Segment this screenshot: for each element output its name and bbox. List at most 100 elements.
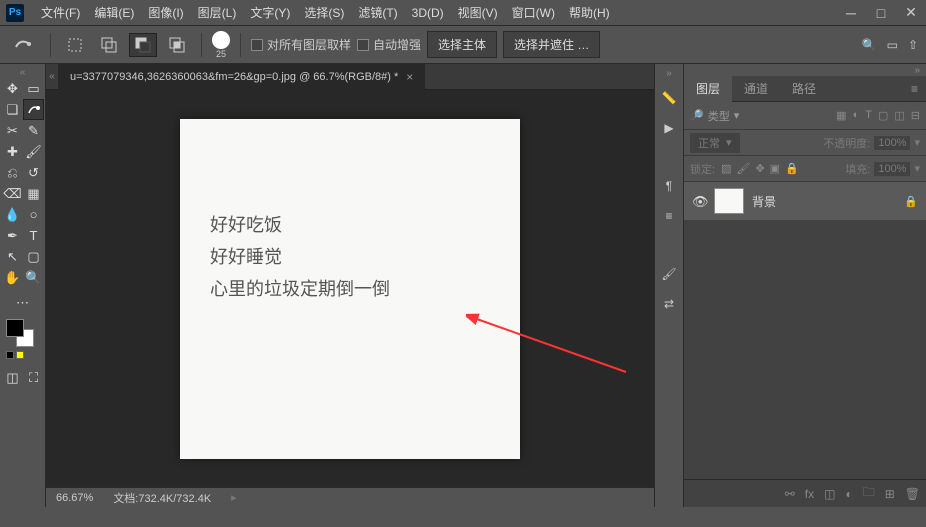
- menu-edit[interactable]: 编辑(E): [87, 4, 141, 21]
- layer-thumbnail[interactable]: [714, 188, 744, 214]
- maximize-button[interactable]: □: [866, 0, 896, 26]
- layer-fx-icon[interactable]: fx: [805, 487, 814, 501]
- color-swatches[interactable]: [2, 319, 43, 349]
- eyedropper-tool[interactable]: ✎: [23, 120, 44, 141]
- swap-colors[interactable]: [16, 351, 24, 359]
- panel-menu-icon[interactable]: ≡: [903, 82, 926, 96]
- edit-toolbar[interactable]: ⋯: [2, 292, 43, 313]
- menu-layer[interactable]: 图层(L): [191, 4, 244, 21]
- tab-channels[interactable]: 通道: [732, 76, 780, 102]
- layer-lock-icon[interactable]: 🔒: [904, 195, 918, 208]
- lasso-tool[interactable]: ❑: [2, 99, 23, 120]
- visibility-toggle-icon[interactable]: 👁: [692, 194, 706, 208]
- menu-help[interactable]: 帮助(H): [562, 4, 617, 21]
- filter-toggle-icon[interactable]: ⊟: [911, 109, 920, 122]
- shape-tool[interactable]: ▢: [23, 246, 44, 267]
- brush-tool[interactable]: 🖌: [23, 141, 44, 162]
- tool-preset-picker[interactable]: [8, 33, 40, 57]
- adjustments-panel-icon[interactable]: ⇄: [658, 293, 680, 315]
- sample-all-layers-checkbox[interactable]: 对所有图层取样: [251, 36, 351, 53]
- group-icon[interactable]: 🗀: [863, 483, 875, 504]
- ruler-panel-icon[interactable]: 📏: [658, 87, 680, 109]
- menu-view[interactable]: 视图(V): [451, 4, 505, 21]
- tab-paths[interactable]: 路径: [780, 76, 828, 102]
- close-button[interactable]: ✕: [896, 0, 926, 26]
- crop-tool[interactable]: ✂: [2, 120, 23, 141]
- subtract-selection-icon[interactable]: [129, 33, 157, 57]
- filter-type-icon[interactable]: T: [865, 109, 872, 122]
- minimize-button[interactable]: ─: [836, 0, 866, 26]
- opacity-input[interactable]: 100%: [874, 136, 910, 150]
- intersect-selection-icon[interactable]: [163, 33, 191, 57]
- search-icon[interactable]: 🔍: [862, 38, 877, 52]
- move-tool[interactable]: ✥: [2, 78, 23, 99]
- lock-all-icon[interactable]: 🔒: [785, 162, 799, 175]
- select-subject-button[interactable]: 选择主体: [427, 31, 497, 58]
- blend-mode-select[interactable]: 正常▾: [690, 133, 740, 153]
- filter-shape-icon[interactable]: ▢: [878, 109, 888, 122]
- menu-file[interactable]: 文件(F): [34, 4, 87, 21]
- menu-window[interactable]: 窗口(W): [505, 4, 562, 21]
- dodge-tool[interactable]: ○: [23, 204, 44, 225]
- canvas[interactable]: 好好吃饭 好好睡觉 心里的垃圾定期倒一倒: [180, 119, 520, 459]
- history-brush-tool[interactable]: ↺: [23, 162, 44, 183]
- layer-name[interactable]: 背景: [752, 193, 776, 210]
- share-icon[interactable]: ⇧: [908, 38, 918, 52]
- new-layer-icon[interactable]: ⊞: [885, 487, 895, 501]
- lock-artboard-icon[interactable]: ▣: [770, 162, 780, 175]
- midstrip-collapse[interactable]: »: [666, 68, 672, 79]
- layer-filter-type[interactable]: 🔎 类型 ▾: [690, 108, 739, 124]
- workspace-icon[interactable]: ▭: [887, 38, 898, 52]
- menu-filter[interactable]: 滤镜(T): [351, 4, 404, 21]
- lock-transparent-icon[interactable]: ▨: [721, 162, 731, 175]
- adjustment-layer-icon[interactable]: ◐: [845, 487, 852, 501]
- close-tab-icon[interactable]: ×: [406, 70, 413, 84]
- fill-input[interactable]: 100%: [874, 162, 910, 176]
- lock-paint-icon[interactable]: 🖌: [736, 162, 750, 175]
- document-tab[interactable]: u=3377079346,3626360063&fm=26&gp=0.jpg @…: [58, 64, 425, 90]
- marquee-tool[interactable]: ▭: [23, 78, 44, 99]
- layer-row[interactable]: 👁 背景 🔒: [684, 182, 926, 220]
- filter-pixel-icon[interactable]: ▦: [836, 109, 846, 122]
- canvas-viewport[interactable]: 好好吃饭 好好睡觉 心里的垃圾定期倒一倒: [46, 90, 654, 487]
- toolbox-collapse[interactable]: «: [2, 66, 43, 78]
- gradient-tool[interactable]: ▦: [23, 183, 44, 204]
- menu-image[interactable]: 图像(I): [141, 4, 190, 21]
- actions-panel-icon[interactable]: ▶: [658, 117, 680, 139]
- blur-tool[interactable]: 💧: [2, 204, 23, 225]
- hand-tool[interactable]: ✋: [2, 267, 23, 288]
- character-panel-icon[interactable]: ≡: [658, 205, 680, 227]
- delete-layer-icon[interactable]: 🗑: [905, 487, 920, 501]
- screen-mode-tool[interactable]: ⛶: [23, 367, 44, 388]
- zoom-tool[interactable]: 🔍: [23, 267, 44, 288]
- auto-enhance-checkbox[interactable]: 自动增强: [357, 36, 421, 53]
- menu-select[interactable]: 选择(S): [297, 4, 351, 21]
- menu-3d[interactable]: 3D(D): [405, 6, 451, 20]
- tab-layers[interactable]: 图层: [684, 76, 732, 102]
- zoom-level[interactable]: 66.67%: [56, 492, 93, 504]
- brush-size-preview[interactable]: 25: [212, 31, 230, 59]
- stamp-tool[interactable]: ⎌: [2, 162, 23, 183]
- default-colors[interactable]: [6, 351, 14, 359]
- pen-tool[interactable]: ✒: [2, 225, 23, 246]
- type-tool[interactable]: T: [23, 225, 44, 246]
- lock-position-icon[interactable]: ✥: [755, 162, 764, 175]
- link-layers-icon[interactable]: ⚯: [785, 487, 795, 501]
- paragraph-panel-icon[interactable]: ¶: [658, 175, 680, 197]
- panels-collapse[interactable]: »: [684, 64, 926, 76]
- quick-mask-tool[interactable]: ◫: [2, 367, 23, 388]
- foreground-color[interactable]: [6, 319, 24, 337]
- new-selection-icon[interactable]: [61, 33, 89, 57]
- eraser-tool[interactable]: ⌫: [2, 183, 23, 204]
- select-and-mask-button[interactable]: 选择并遮住 …: [503, 31, 600, 58]
- add-selection-icon[interactable]: [95, 33, 123, 57]
- filter-smart-icon[interactable]: ◫: [894, 109, 904, 122]
- menu-type[interactable]: 文字(Y): [243, 4, 297, 21]
- filter-adjust-icon[interactable]: ◐: [853, 109, 860, 122]
- layer-mask-icon[interactable]: ◫: [824, 487, 835, 501]
- quick-selection-tool[interactable]: [23, 99, 44, 120]
- healing-tool[interactable]: ✚: [2, 141, 23, 162]
- tab-collapse[interactable]: «: [46, 64, 58, 90]
- path-tool[interactable]: ↖: [2, 246, 23, 267]
- brushes-panel-icon[interactable]: 🖌: [658, 263, 680, 285]
